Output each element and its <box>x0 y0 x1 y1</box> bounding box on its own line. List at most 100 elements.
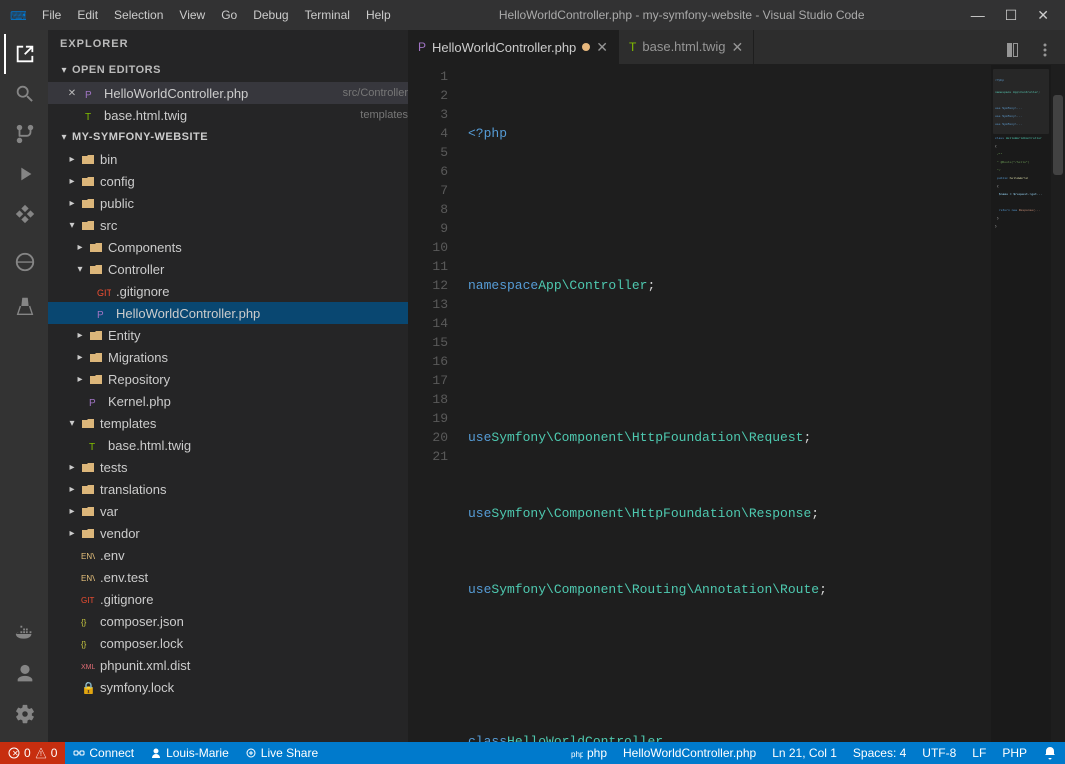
status-lang-mode[interactable]: PHP <box>994 742 1035 764</box>
svg-text:P: P <box>89 398 96 408</box>
lang-mode-label: PHP <box>1002 746 1027 760</box>
sidebar-item-env-test[interactable]: ENV .env.test <box>48 566 408 588</box>
status-spaces[interactable]: Spaces: 4 <box>845 742 914 764</box>
window-controls[interactable]: — ☐ ✕ <box>965 5 1055 26</box>
search-activity-icon[interactable] <box>4 74 44 114</box>
tab-base-twig[interactable]: T base.html.twig ✕ <box>619 30 754 64</box>
status-errors[interactable]: ✕ 0 ! 0 <box>0 742 65 764</box>
sidebar-item-translations[interactable]: translations <box>48 478 408 500</box>
close-editor-icon[interactable]: ✕ <box>64 85 80 101</box>
status-position[interactable]: Ln 21, Col 1 <box>764 742 845 764</box>
sidebar-item-base-twig[interactable]: T base.html.twig <box>48 434 408 456</box>
svg-text:XML: XML <box>81 664 95 671</box>
explorer-activity-icon[interactable] <box>4 34 44 74</box>
sidebar-item-controller[interactable]: Controller <box>48 258 408 280</box>
window-title: HelloWorldController.php - my-symfony-we… <box>399 8 965 22</box>
sidebar-item-composer-lock[interactable]: {} composer.lock <box>48 632 408 654</box>
status-live-share[interactable]: Live Share <box>237 742 326 764</box>
project-root[interactable]: MY-SYMFONY-WEBSITE <box>48 126 408 148</box>
project-chevron <box>56 129 72 145</box>
menu-view[interactable]: View <box>171 4 213 26</box>
status-bar: ✕ 0 ! 0 Connect Louis-Marie Live Share p… <box>0 742 1065 764</box>
base-twig-label: base.html.twig <box>108 438 408 453</box>
menu-selection[interactable]: Selection <box>106 4 171 26</box>
migrations-folder-icon <box>88 349 104 365</box>
svg-text:ENV: ENV <box>81 574 95 583</box>
accounts-activity-icon[interactable] <box>4 654 44 694</box>
sidebar-item-src[interactable]: src <box>48 214 408 236</box>
sidebar-item-entity[interactable]: Entity <box>48 324 408 346</box>
status-user[interactable]: Louis-Marie <box>142 742 237 764</box>
sidebar-item-var[interactable]: var <box>48 500 408 522</box>
extensions-activity-icon[interactable] <box>4 194 44 234</box>
menu-bar[interactable]: File Edit Selection View Go Debug Termin… <box>34 4 399 26</box>
line-num-11: 11 <box>408 257 448 276</box>
sidebar-item-public[interactable]: public <box>48 192 408 214</box>
sidebar-item-components[interactable]: Components <box>48 236 408 258</box>
sidebar-item-composer-json[interactable]: {} composer.json <box>48 610 408 632</box>
var-folder-icon <box>80 503 96 519</box>
env-test-label: .env.test <box>100 570 408 585</box>
sidebar-item-vendor[interactable]: vendor <box>48 522 408 544</box>
open-editor-twig[interactable]: ✕ T base.html.twig templates <box>48 104 408 126</box>
settings-activity-icon[interactable] <box>4 694 44 734</box>
status-encoding[interactable]: UTF-8 <box>914 742 964 764</box>
php-file-icon: P <box>84 85 100 101</box>
status-language-ext[interactable]: php php <box>563 742 615 764</box>
tests-label: tests <box>100 460 408 475</box>
status-connect[interactable]: Connect <box>65 742 142 764</box>
docker-activity-icon[interactable] <box>4 614 44 654</box>
sidebar-item-kernel[interactable]: P Kernel.php <box>48 390 408 412</box>
svg-text:P: P <box>85 90 92 100</box>
minimize-button[interactable]: — <box>965 5 991 26</box>
svg-text:{}: {} <box>81 640 87 649</box>
sidebar-item-bin[interactable]: bin <box>48 148 408 170</box>
split-editor-button[interactable] <box>999 36 1027 64</box>
connect-label: Connect <box>89 746 134 760</box>
sidebar-item-templates[interactable]: templates <box>48 412 408 434</box>
status-notifications[interactable] <box>1035 742 1065 764</box>
sidebar-item-symfony-lock[interactable]: 🔒 symfony.lock <box>48 676 408 698</box>
scroll-thumb[interactable] <box>1053 95 1063 175</box>
source-control-activity-icon[interactable] <box>4 114 44 154</box>
sidebar-item-migrations[interactable]: Migrations <box>48 346 408 368</box>
menu-terminal[interactable]: Terminal <box>297 4 358 26</box>
sidebar-item-tests[interactable]: tests <box>48 456 408 478</box>
sidebar-item-gitignore-controller[interactable]: GIT .gitignore <box>48 280 408 302</box>
sidebar-item-env[interactable]: ENV .env <box>48 544 408 566</box>
error-count: 0 <box>24 746 31 760</box>
tab-close-controller[interactable]: ✕ <box>596 40 608 54</box>
code-editor[interactable]: 1 2 3 4 5 6 7 8 9 10 11 12 13 14 15 16 1… <box>408 65 1065 742</box>
menu-file[interactable]: File <box>34 4 69 26</box>
status-controller-name[interactable]: HelloWorldController.php <box>615 742 764 764</box>
menu-edit[interactable]: Edit <box>69 4 106 26</box>
run-activity-icon[interactable] <box>4 154 44 194</box>
code-content[interactable]: <?php namespace App\Controller; use Symf… <box>458 65 991 742</box>
status-line-ending[interactable]: LF <box>964 742 994 764</box>
svg-text:ENV: ENV <box>81 552 95 561</box>
menu-debug[interactable]: Debug <box>245 4 296 26</box>
vendor-chevron <box>64 525 80 541</box>
templates-label: templates <box>100 416 408 431</box>
open-editors-section[interactable]: OPEN EDITORS <box>48 58 408 82</box>
sidebar-item-config[interactable]: config <box>48 170 408 192</box>
config-folder-icon <box>80 173 96 189</box>
maximize-button[interactable]: ☐ <box>999 5 1024 26</box>
sidebar-item-phpunit[interactable]: XML phpunit.xml.dist <box>48 654 408 676</box>
open-editor-controller[interactable]: ✕ P HelloWorldController.php src/Control… <box>48 82 408 104</box>
tab-close-twig[interactable]: ✕ <box>731 40 743 54</box>
svg-text:/**: /** <box>997 152 1003 156</box>
editor-scrollbar[interactable] <box>1051 65 1065 742</box>
remote-activity-icon[interactable] <box>4 242 44 282</box>
more-actions-button[interactable] <box>1031 36 1059 64</box>
menu-help[interactable]: Help <box>358 4 399 26</box>
gitignore-root-file-icon: GIT <box>80 591 96 607</box>
sidebar-item-gitignore-root[interactable]: GIT .gitignore <box>48 588 408 610</box>
tabs-actions <box>993 36 1065 64</box>
menu-go[interactable]: Go <box>213 4 245 26</box>
close-button[interactable]: ✕ <box>1031 5 1055 26</box>
test-activity-icon[interactable] <box>4 286 44 326</box>
sidebar-item-hello-controller[interactable]: P HelloWorldController.php <box>48 302 408 324</box>
tab-hello-controller[interactable]: P HelloWorldController.php ✕ <box>408 30 619 64</box>
sidebar-item-repository[interactable]: Repository <box>48 368 408 390</box>
